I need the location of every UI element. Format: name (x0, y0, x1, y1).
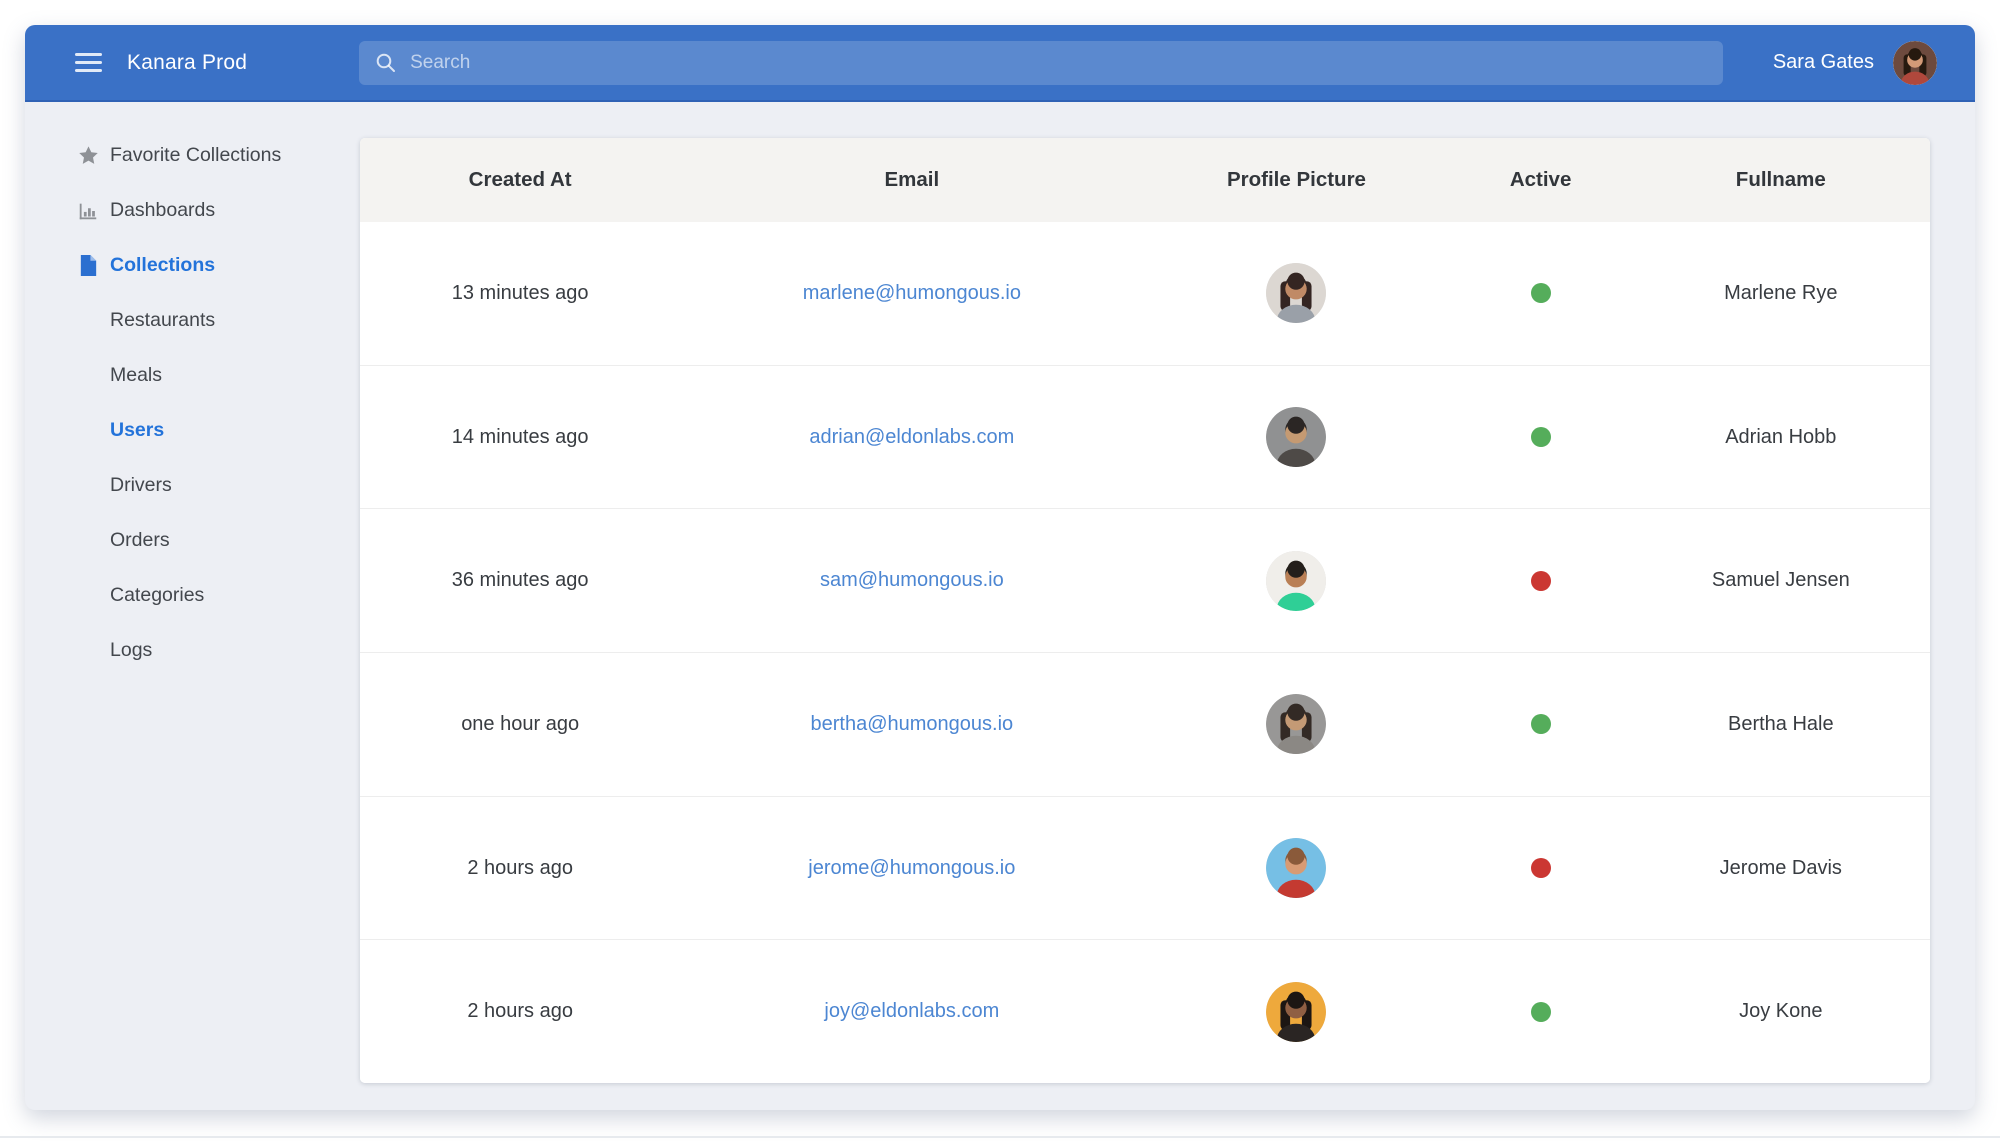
created-at-cell: 14 minutes ago (451, 425, 589, 448)
email-link[interactable]: joy@eldonlabs.com (824, 1000, 999, 1023)
fullname-cell: Bertha Hale (1727, 712, 1834, 735)
sidebar-item-restaurants[interactable]: Restaurants (25, 293, 337, 348)
email-cell: adrian@eldonlabs.com (680, 426, 1143, 449)
active-status-dot (1530, 427, 1551, 447)
fullname-cell: Adrian Hobb (1725, 425, 1837, 448)
table-body: 13 minutes ago marlene@humongous.io Marle… (360, 222, 1930, 1083)
search-icon (375, 52, 397, 74)
email-link[interactable]: adrian@eldonlabs.com (809, 426, 1014, 449)
sidebar-item-dashboards[interactable]: Dashboards (25, 183, 337, 238)
app-body: Favorite Collections Dashboards Collecti… (25, 102, 1975, 1110)
sidebar-item-orders[interactable]: Orders (25, 513, 337, 568)
active-cell (1450, 427, 1632, 447)
top-navbar: Kanara Prod Sara Gates (25, 25, 1975, 102)
active-cell (1450, 1001, 1632, 1022)
email-cell: marlene@humongous.io (680, 282, 1143, 305)
email-cell: joy@eldonlabs.com (680, 1000, 1143, 1023)
profile-picture (1266, 407, 1327, 467)
email-cell: jerome@humongous.io (680, 857, 1143, 880)
profile-picture-cell (1143, 407, 1449, 467)
created-at-cell: 2 hours ago (467, 1000, 573, 1023)
user-name: Sara Gates (1772, 51, 1874, 73)
created-at-cell: one hour ago (461, 712, 580, 735)
table-row[interactable]: 13 minutes ago marlene@humongous.io Marle… (360, 222, 1930, 365)
table-row[interactable]: 14 minutes ago adrian@eldonlabs.com Adria… (360, 364, 1930, 509)
email-cell: bertha@humongous.io (680, 713, 1143, 736)
fullname-cell: Marlene Rye (1724, 281, 1838, 304)
sidebar-item-logs[interactable]: Logs (25, 623, 337, 678)
profile-picture (1266, 981, 1327, 1042)
table-header-row: Created At Email Profile Picture Active Full… (360, 138, 1930, 222)
search-box[interactable] (359, 40, 1724, 85)
app-title: Kanara Prod (127, 50, 248, 74)
profile-picture (1266, 694, 1327, 755)
email-link[interactable]: bertha@humongous.io (811, 713, 1014, 736)
table-row[interactable]: 36 minutes ago sam@humongous.io Samuel Je… (360, 508, 1930, 653)
profile-picture-cell (1143, 981, 1449, 1042)
sidebar-item-label: Categories (110, 584, 205, 606)
active-cell (1450, 858, 1632, 879)
profile-picture-cell (1143, 694, 1449, 755)
sidebar-item-label: Users (110, 419, 165, 441)
table-row[interactable]: one hour ago bertha@humongous.io Bertha H… (360, 652, 1930, 796)
sidebar-item-label: Restaurants (110, 309, 216, 331)
sidebar-item-users[interactable]: Users (25, 403, 337, 458)
email-link[interactable]: sam@humongous.io (820, 569, 1004, 592)
table-row[interactable]: 2 hours ago joy@eldonlabs.com Joy Kone (360, 939, 1930, 1083)
sidebar-item-label: Orders (110, 529, 170, 551)
screenshot-bottom-edge (0, 1136, 2000, 1138)
email-link[interactable]: jerome@humongous.io (808, 857, 1015, 880)
sidebar: Favorite Collections Dashboards Collecti… (25, 102, 337, 1110)
menu-icon[interactable] (75, 53, 102, 72)
user-menu[interactable]: Sara Gates (1772, 40, 1937, 85)
profile-picture (1266, 838, 1327, 899)
sidebar-item-label: Collections (110, 254, 216, 276)
star-icon (75, 144, 101, 167)
sidebar-item-label: Dashboards (110, 199, 216, 221)
profile-picture-cell (1143, 838, 1449, 899)
sidebar-item-label: Drivers (110, 474, 172, 496)
table-row[interactable]: 2 hours ago jerome@humongous.io Jerome Da… (360, 795, 1930, 940)
column-header-email[interactable]: Email (680, 168, 1143, 192)
active-status-dot (1530, 283, 1551, 304)
column-header-active[interactable]: Active (1450, 168, 1632, 192)
column-header-profile-picture[interactable]: Profile Picture (1143, 168, 1449, 192)
main-content: Created At Email Profile Picture Active Full… (337, 102, 1975, 1110)
column-header-created-at[interactable]: Created At (360, 168, 680, 192)
sidebar-item-meals[interactable]: Meals (25, 348, 337, 403)
inactive-status-dot (1530, 858, 1551, 879)
fullname-cell: Samuel Jensen (1711, 569, 1850, 592)
sidebar-item-favorite-collections[interactable]: Favorite Collections (25, 128, 337, 183)
active-status-dot (1530, 1001, 1551, 1022)
active-cell (1450, 283, 1632, 304)
created-at-cell: 13 minutes ago (451, 281, 589, 304)
active-status-dot (1530, 714, 1551, 735)
app-window: Kanara Prod Sara Gates (25, 25, 1975, 1110)
sidebar-item-label: Meals (110, 364, 163, 386)
inactive-status-dot (1530, 570, 1551, 591)
email-link[interactable]: marlene@humongous.io (803, 282, 1021, 305)
fullname-cell: Joy Kone (1739, 1000, 1823, 1023)
column-header-fullname[interactable]: Fullname (1632, 168, 1930, 192)
active-cell (1450, 714, 1632, 735)
profile-picture (1266, 550, 1327, 611)
sidebar-item-categories[interactable]: Categories (25, 568, 337, 623)
fullname-cell: Jerome Davis (1719, 856, 1842, 879)
profile-picture-cell (1143, 550, 1449, 611)
bar-chart-icon (75, 200, 101, 222)
profile-picture (1266, 263, 1327, 324)
sidebar-item-drivers[interactable]: Drivers (25, 458, 337, 513)
sidebar-item-collections[interactable]: Collections (25, 238, 337, 293)
email-cell: sam@humongous.io (680, 569, 1143, 592)
created-at-cell: 2 hours ago (467, 856, 573, 879)
created-at-cell: 36 minutes ago (451, 569, 589, 592)
profile-picture-cell (1143, 263, 1449, 324)
users-table-card: Created At Email Profile Picture Active Full… (360, 138, 1930, 1083)
active-cell (1450, 570, 1632, 591)
sidebar-item-label: Logs (110, 639, 153, 661)
document-icon (75, 254, 101, 277)
user-avatar[interactable] (1893, 40, 1937, 85)
sidebar-item-label: Favorite Collections (110, 144, 282, 166)
search-input[interactable] (410, 51, 1708, 74)
